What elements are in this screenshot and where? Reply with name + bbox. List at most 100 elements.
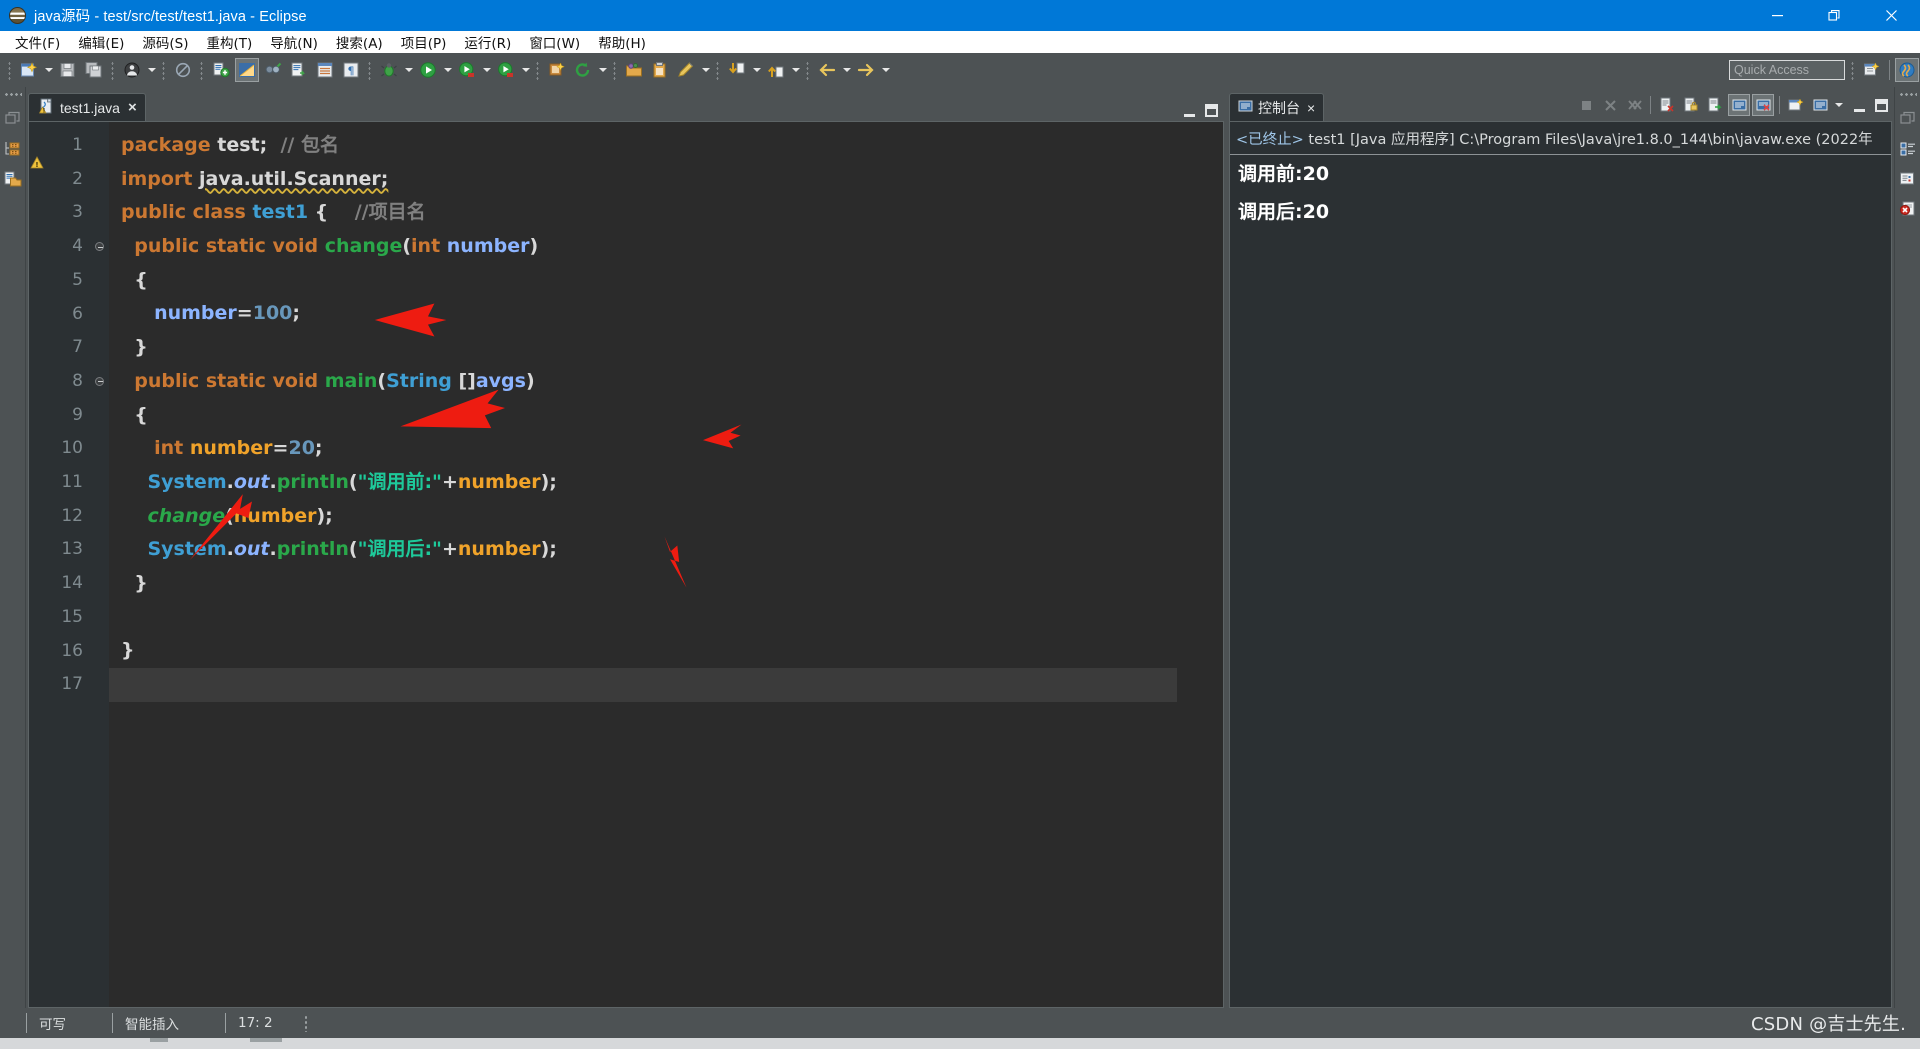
menu-project[interactable]: 项目(P) <box>392 31 456 53</box>
open-package-icon[interactable] <box>622 58 646 82</box>
code-line[interactable]: } <box>121 634 1209 668</box>
edit-dropdown-icon[interactable] <box>699 58 712 82</box>
minimize-icon[interactable] <box>1749 0 1806 31</box>
folding-ruler[interactable] <box>91 122 109 1007</box>
toggle-breadcrumb-icon[interactable] <box>171 58 195 82</box>
refresh-icon[interactable] <box>571 58 595 82</box>
folding-marker-icon[interactable] <box>95 376 104 386</box>
menu-source[interactable]: 源码(S) <box>133 31 197 53</box>
back-dropdown-icon[interactable] <box>840 58 853 82</box>
code-line[interactable]: public static void change(int number) <box>121 230 1209 264</box>
project-explorer-icon[interactable] <box>2 167 24 191</box>
menu-help[interactable]: 帮助(H) <box>589 31 655 53</box>
code-line[interactable] <box>109 668 1177 702</box>
code-line[interactable] <box>121 601 1209 635</box>
menu-navigate[interactable]: 导航(N) <box>261 31 327 53</box>
edit-icon[interactable] <box>674 58 698 82</box>
code-line[interactable]: number=100; <box>121 297 1209 331</box>
java-perspective-icon[interactable] <box>235 58 259 82</box>
toolbar-grip-8[interactable] <box>715 60 721 80</box>
run-icon[interactable] <box>416 58 440 82</box>
editor-canvas[interactable]: ! 1 2 3 4 5 6 7 8 9 10 11 12 13 14 15 16 17 package test… <box>28 121 1224 1008</box>
code-line[interactable]: import java.util.Scanner; <box>121 163 1209 197</box>
console-maximize-icon[interactable] <box>1875 98 1888 112</box>
forward-dropdown-icon[interactable] <box>879 58 892 82</box>
toolbar-grip[interactable] <box>7 60 13 80</box>
save-icon[interactable] <box>56 58 80 82</box>
code-line[interactable]: { <box>121 264 1209 298</box>
restore-icon[interactable] <box>1806 0 1863 31</box>
previous-annotation-dropdown-icon[interactable] <box>789 58 802 82</box>
back-icon[interactable] <box>815 58 839 82</box>
run-dropdown-icon[interactable] <box>441 58 454 82</box>
print-dropdown-icon[interactable] <box>145 58 158 82</box>
toolbar-grip-2[interactable] <box>110 60 116 80</box>
search-icon[interactable]: ¶ <box>339 58 363 82</box>
code-line[interactable]: public static void main(String []avgs) <box>121 365 1209 399</box>
new-java-project-icon[interactable] <box>209 58 233 82</box>
editor-vertical-scrollbar[interactable] <box>1209 122 1223 1007</box>
print-icon[interactable] <box>120 58 144 82</box>
console-output-panel[interactable]: <已终止> test1 [Java 应用程序] C:\Program Files… <box>1229 121 1892 1008</box>
outline-icon[interactable] <box>1897 137 1919 161</box>
open-console-icon[interactable] <box>1809 94 1831 116</box>
coverage-dropdown-icon[interactable] <box>519 58 532 82</box>
code-text[interactable]: package test; // 包名 import java.util.Scan… <box>109 122 1209 1007</box>
toolbar-grip-6[interactable] <box>535 60 541 80</box>
code-line[interactable]: int number=20; <box>121 432 1209 466</box>
code-line[interactable]: change(number); <box>121 500 1209 534</box>
toolbar-grip-4[interactable] <box>199 60 205 80</box>
clear-console-icon[interactable] <box>1656 94 1678 116</box>
quick-access-input[interactable]: Quick Access <box>1729 60 1845 80</box>
menu-file[interactable]: 文件(F) <box>6 31 69 53</box>
open-console-dropdown-icon[interactable] <box>1832 93 1845 117</box>
editor-maximize-icon[interactable] <box>1205 104 1218 117</box>
code-line[interactable]: package test; // 包名 <box>121 129 1209 163</box>
show-console-on-output-icon[interactable] <box>1728 94 1750 116</box>
code-line[interactable]: } <box>121 331 1209 365</box>
code-line[interactable]: System.out.println("调用后:"+number); <box>121 533 1209 567</box>
paste-icon[interactable] <box>648 58 672 82</box>
toolbar-grip-5[interactable] <box>367 60 373 80</box>
new-wizard-icon[interactable] <box>17 58 41 82</box>
code-line[interactable]: public class test1 { //项目名 <box>121 196 1209 230</box>
external-tools-icon[interactable] <box>261 58 285 82</box>
scroll-lock-icon[interactable] <box>1680 94 1702 116</box>
restore-view-icon[interactable] <box>1897 107 1919 131</box>
task-list-icon[interactable] <box>1897 167 1919 191</box>
console-tab[interactable]: 控制台 × <box>1229 93 1325 121</box>
previous-annotation-icon[interactable] <box>764 58 788 82</box>
menu-window[interactable]: 窗口(W) <box>520 31 589 53</box>
open-java-perspective-icon[interactable] <box>1895 58 1919 82</box>
run-last-dropdown-icon[interactable] <box>480 58 493 82</box>
remove-all-launches-icon[interactable] <box>1623 94 1645 116</box>
refresh-dropdown-icon[interactable] <box>596 58 609 82</box>
editor-annotation-bar[interactable]: ! <box>29 122 45 1007</box>
menu-search[interactable]: 搜索(A) <box>327 31 392 53</box>
console-tab-close-icon[interactable]: × <box>1307 100 1315 116</box>
folding-marker-icon[interactable] <box>95 242 104 252</box>
editor-tab-test1-java[interactable]: ! test1.java × <box>28 93 146 121</box>
display-selected-console-icon[interactable] <box>1785 94 1807 116</box>
package-explorer-icon[interactable] <box>2 137 24 161</box>
new-class-icon[interactable] <box>545 58 569 82</box>
perspective-bar-grip[interactable] <box>1850 60 1856 80</box>
warning-marker-icon[interactable]: ! <box>30 156 44 175</box>
pin-console-icon[interactable] <box>1752 94 1774 116</box>
right-fast-view-grip[interactable] <box>1898 90 1917 98</box>
word-wrap-icon[interactable] <box>1704 94 1726 116</box>
console-minimize-icon[interactable] <box>1853 99 1866 112</box>
close-icon[interactable] <box>1863 0 1920 31</box>
code-line[interactable]: } <box>121 567 1209 601</box>
open-type-icon[interactable] <box>313 58 337 82</box>
terminate-icon[interactable] <box>1575 94 1597 116</box>
coverage-icon[interactable] <box>494 58 518 82</box>
remove-launch-icon[interactable] <box>1599 94 1621 116</box>
status-bar-grip[interactable] <box>302 1014 309 1032</box>
menu-edit[interactable]: 编辑(E) <box>69 31 133 53</box>
menu-run[interactable]: 运行(R) <box>455 31 520 53</box>
run-last-icon[interactable] <box>455 58 479 82</box>
new-wizard-dropdown-icon[interactable] <box>42 58 55 82</box>
next-annotation-icon[interactable] <box>725 58 749 82</box>
toolbar-grip-9[interactable] <box>805 60 811 80</box>
